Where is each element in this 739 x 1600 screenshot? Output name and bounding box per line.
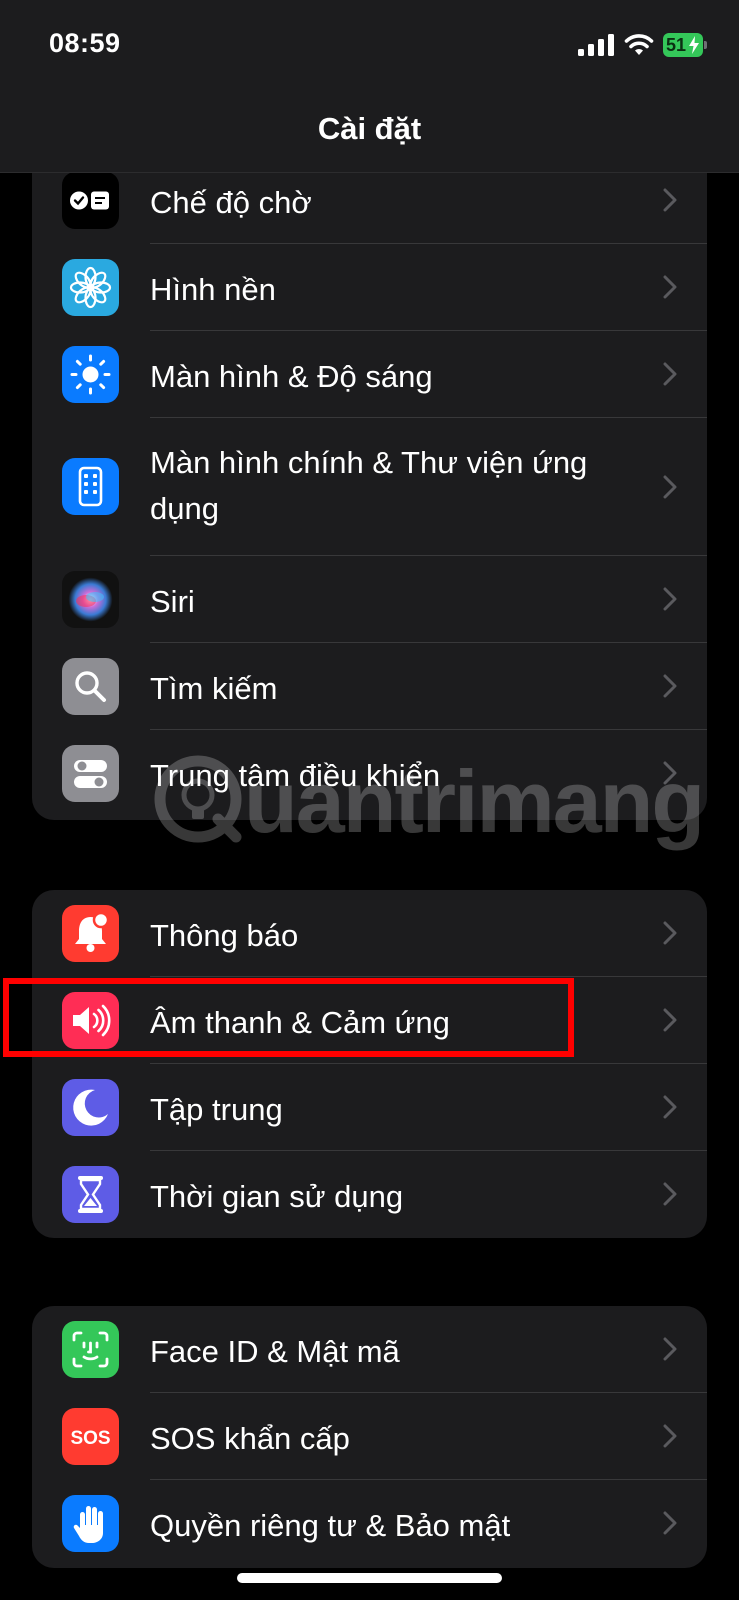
chevron-right-icon xyxy=(663,921,677,945)
hourglass-icon xyxy=(62,1166,119,1223)
settings-row-display-brightness[interactable]: Màn hình & Độ sáng xyxy=(32,331,707,418)
watermark-text: uantrimang xyxy=(244,752,705,851)
home-screen-icon xyxy=(62,458,119,515)
cellular-signal-icon xyxy=(578,34,614,56)
battery-body: 51 xyxy=(663,33,703,57)
wallpaper-flower-icon xyxy=(62,259,119,316)
search-icon xyxy=(62,658,119,715)
settings-row-search[interactable]: Tìm kiếm xyxy=(32,643,707,730)
page-title: Cài đặt xyxy=(317,111,422,146)
settings-row-label: Tập trung xyxy=(150,1092,283,1127)
chevron-right-icon xyxy=(663,362,677,386)
battery-cap xyxy=(704,41,707,49)
chevron-right-icon xyxy=(663,1095,677,1119)
chevron-right-icon xyxy=(663,275,677,299)
bolt-icon xyxy=(689,36,699,54)
battery-level: 51 xyxy=(666,35,687,55)
standby-icon xyxy=(62,173,119,229)
settings-row-home-screen[interactable]: Màn hình chính & Thư viện ứng dụng xyxy=(32,418,707,556)
settings-row-label: Màn hình & Độ sáng xyxy=(150,359,433,394)
chevron-right-icon xyxy=(663,1511,677,1535)
settings-row-label: Siri xyxy=(150,584,195,619)
settings-row-standby[interactable]: Chế độ chờ xyxy=(32,173,707,244)
settings-row-wallpaper[interactable]: Hình nền xyxy=(32,244,707,331)
settings-row-siri[interactable]: Siri xyxy=(32,556,707,643)
settings-row-face-id[interactable]: Face ID & Mật mã xyxy=(32,1306,707,1393)
sos-icon-text: SOS xyxy=(70,1428,110,1449)
chevron-right-icon xyxy=(663,1008,677,1032)
settings-row-label: Thông báo xyxy=(150,918,299,953)
settings-row-label: Quyền riêng tư & Bảo mật xyxy=(150,1508,511,1543)
status-bar: 08:59 51 xyxy=(0,0,739,95)
chevron-right-icon xyxy=(663,1337,677,1361)
chevron-right-icon xyxy=(663,1182,677,1206)
settings-row-label: Chế độ chờ xyxy=(150,185,312,220)
hand-icon xyxy=(62,1495,119,1552)
settings-row-label: SOS khẩn cấp xyxy=(150,1421,350,1456)
settings-group-display: Chế độ chờ Hình nền Màn hình & Độ sáng M… xyxy=(32,173,707,820)
chevron-right-icon xyxy=(663,1424,677,1448)
settings-group-security: Face ID & Mật mã SOS SOS khẩn cấp Quyền … xyxy=(32,1306,707,1568)
settings-row-screen-time[interactable]: Thời gian sử dụng xyxy=(32,1151,707,1238)
settings-row-privacy-security[interactable]: Quyền riêng tư & Bảo mật xyxy=(32,1480,707,1567)
settings-group-notifications: Thông báo Âm thanh & Cảm ứng Tập trung T… xyxy=(32,890,707,1238)
chevron-right-icon xyxy=(663,475,677,499)
moon-icon xyxy=(62,1079,119,1136)
nav-header: Cài đặt xyxy=(0,95,739,173)
settings-row-label: Face ID & Mật mã xyxy=(150,1334,400,1369)
settings-row-label: Màn hình chính & Thư viện ứng dụng xyxy=(150,445,588,526)
settings-row-focus[interactable]: Tập trung xyxy=(32,1064,707,1151)
settings-row-emergency-sos[interactable]: SOS SOS khẩn cấp xyxy=(32,1393,707,1480)
control-center-icon xyxy=(62,745,119,802)
chevron-right-icon xyxy=(663,587,677,611)
brightness-sun-icon xyxy=(62,346,119,403)
sos-icon: SOS xyxy=(62,1408,119,1465)
notification-bell-icon xyxy=(62,905,119,962)
battery-charging-icon: 51 xyxy=(663,33,707,57)
watermark-logo-icon xyxy=(154,755,242,843)
watermark: uantrimang xyxy=(152,745,705,860)
highlight-box xyxy=(3,978,574,1057)
siri-icon xyxy=(62,571,119,628)
status-time: 08:59 xyxy=(49,28,121,58)
chevron-right-icon xyxy=(663,188,677,212)
home-indicator[interactable] xyxy=(237,1573,502,1583)
settings-row-label: Thời gian sử dụng xyxy=(150,1179,404,1214)
settings-row-label: Hình nền xyxy=(150,272,276,307)
face-id-icon xyxy=(62,1321,119,1378)
settings-row-notifications[interactable]: Thông báo xyxy=(32,890,707,977)
chevron-right-icon xyxy=(663,674,677,698)
wifi-icon xyxy=(624,34,654,55)
settings-row-label: Tìm kiếm xyxy=(150,671,278,706)
